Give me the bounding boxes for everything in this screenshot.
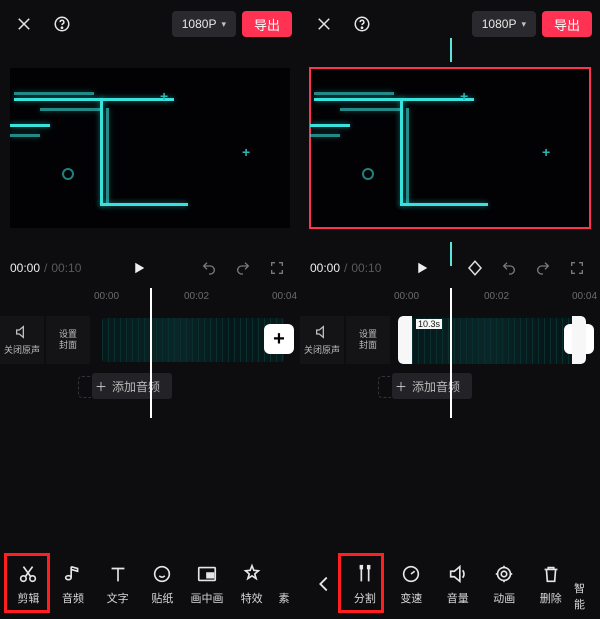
timeline-ruler[interactable]: 00:00 00:02 00:04 (0, 288, 300, 310)
clip-duration-badge: 10.3s (416, 319, 442, 329)
preview-area[interactable]: + + (0, 48, 300, 248)
editor-pane-right: 1080P ▾ 导出 + + (300, 0, 600, 619)
mute-original-audio[interactable]: 关闭原声 (0, 316, 44, 364)
toolbar-back-button[interactable] (306, 556, 342, 612)
time-display: 00:00 / 00:10 (310, 261, 381, 275)
bottom-toolbar-main: 剪辑 音频 文字 贴纸 画中画 特效 (0, 549, 300, 619)
plus-icon: ＋ (92, 378, 110, 395)
resolution-label: 1080P (182, 17, 217, 31)
export-button[interactable]: 导出 (242, 11, 292, 37)
video-clip-selected[interactable]: 10.3s (398, 316, 586, 364)
tool-edit[interactable]: 剪辑 (6, 556, 51, 612)
current-time: 00:00 (10, 261, 40, 275)
chevron-down-icon: ▾ (521, 19, 526, 30)
bottom-toolbar-edit: 分割 变速 音量 动画 删除 智能 (300, 549, 600, 619)
time-display: 00:00 / 00:10 (10, 261, 81, 275)
tool-split[interactable]: 分割 (342, 556, 388, 612)
playhead[interactable] (450, 288, 452, 418)
video-preview-selected[interactable]: + + (310, 68, 590, 228)
tool-pip[interactable]: 画中画 (185, 556, 230, 612)
help-icon[interactable] (346, 8, 378, 40)
undo-button[interactable] (496, 255, 522, 281)
resolution-selector[interactable]: 1080P ▾ (172, 11, 236, 37)
resolution-selector[interactable]: 1080P ▾ (472, 11, 536, 37)
close-icon[interactable] (308, 8, 340, 40)
chevron-down-icon: ▾ (221, 19, 226, 30)
ruler-tick: 00:04 (272, 291, 297, 302)
plus-icon: ＋ (392, 378, 410, 395)
video-preview[interactable]: + + (10, 68, 290, 228)
editor-pane-left: 1080P ▾ 导出 + + (0, 0, 300, 619)
tool-effects[interactable]: 特效 (229, 556, 274, 612)
resolution-label: 1080P (482, 17, 517, 31)
ruler-tick: 00:02 (184, 291, 209, 302)
redo-button[interactable] (230, 255, 256, 281)
duration-time: 00:10 (51, 261, 81, 275)
video-clip[interactable] (102, 318, 284, 362)
duration-time: 00:10 (351, 261, 381, 275)
undo-button[interactable] (196, 255, 222, 281)
mute-original-audio[interactable]: 关闭原声 (300, 316, 344, 364)
timeline-ruler[interactable]: 00:00 00:02 00:04 (300, 288, 600, 310)
fullscreen-button[interactable] (564, 255, 590, 281)
tool-speed[interactable]: 变速 (388, 556, 434, 612)
add-audio-button[interactable]: ＋ 添加音频 (92, 373, 172, 399)
keyframe-button[interactable] (462, 255, 488, 281)
fullscreen-button[interactable] (264, 255, 290, 281)
tool-smart[interactable]: 智能 (574, 556, 594, 612)
ruler-tick: 00:00 (394, 291, 419, 302)
help-icon[interactable] (46, 8, 78, 40)
export-button[interactable]: 导出 (542, 11, 592, 37)
close-icon[interactable] (8, 8, 40, 40)
ruler-tick: 00:00 (94, 291, 119, 302)
tool-volume[interactable]: 音量 (435, 556, 481, 612)
playhead[interactable] (150, 288, 152, 418)
set-cover-button[interactable]: 设置 封面 (346, 316, 390, 364)
tool-audio[interactable]: 音频 (51, 556, 96, 612)
tool-delete[interactable]: 删除 (528, 556, 574, 612)
play-button[interactable] (122, 251, 156, 285)
tool-sticker[interactable]: 贴纸 (140, 556, 185, 612)
current-time: 00:00 (310, 261, 340, 275)
ruler-tick: 00:02 (484, 291, 509, 302)
top-bar: 1080P ▾ 导出 (0, 0, 300, 48)
add-clip-button[interactable]: + (264, 324, 294, 354)
add-audio-button[interactable]: ＋ 添加音频 (392, 373, 472, 399)
play-button[interactable] (405, 251, 439, 285)
ruler-tick: 00:04 (572, 291, 597, 302)
tool-stock[interactable]: 素 (274, 556, 294, 612)
tool-text[interactable]: 文字 (95, 556, 140, 612)
redo-button[interactable] (530, 255, 556, 281)
tool-anim[interactable]: 动画 (481, 556, 527, 612)
set-cover-button[interactable]: 设置 封面 (46, 316, 90, 364)
transport-bar: 00:00 / 00:10 (0, 248, 300, 288)
preview-area[interactable]: + + (300, 48, 600, 248)
